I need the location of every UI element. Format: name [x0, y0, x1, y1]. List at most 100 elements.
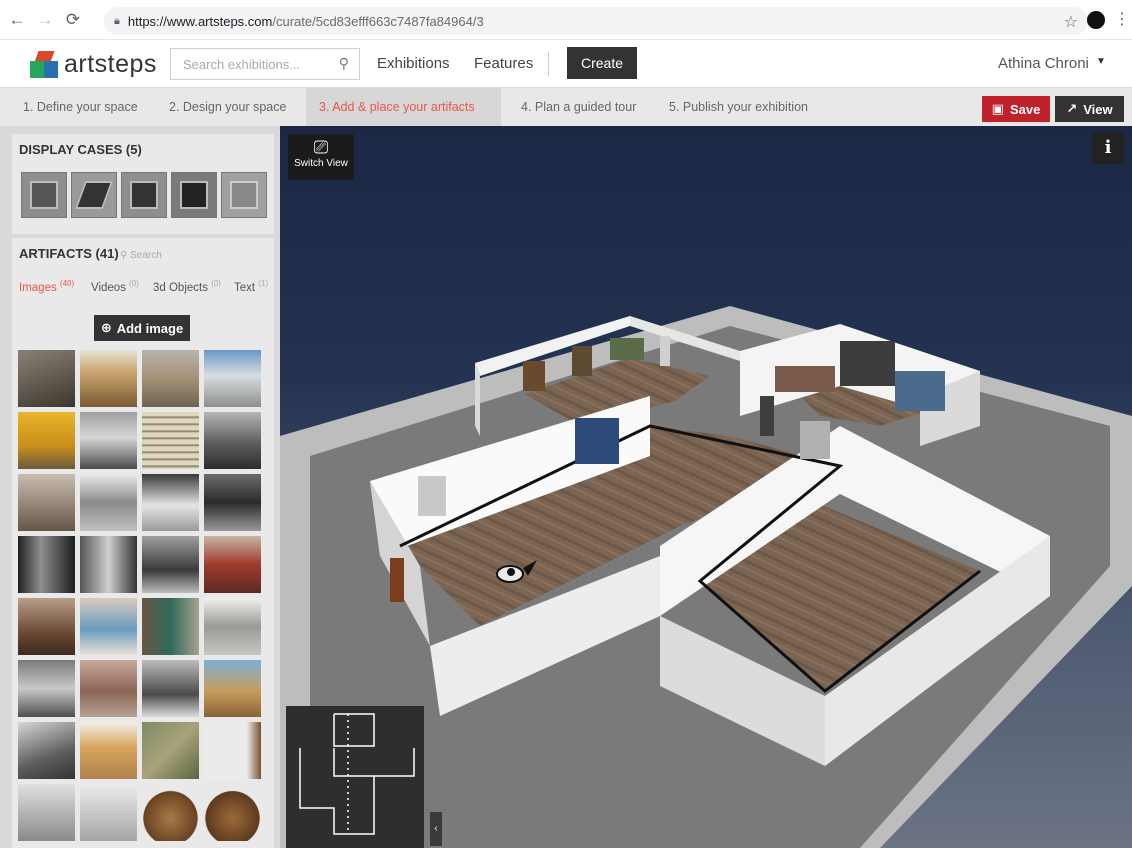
image-thumbnail[interactable] — [80, 474, 137, 531]
save-button[interactable]: ▣ Save — [982, 96, 1050, 122]
step-publish[interactable]: 5. Publish your exhibition — [669, 100, 808, 114]
display-case-4[interactable] — [171, 172, 217, 218]
search-placeholder: Search exhibitions... — [183, 57, 301, 72]
image-thumbnail[interactable] — [142, 598, 199, 655]
image-thumbnail[interactable] — [142, 350, 199, 407]
image-thumbnail[interactable] — [18, 350, 75, 407]
switch-view-button[interactable]: ⎚ Switch View — [288, 134, 354, 180]
tab-videos[interactable]: Videos (0) — [91, 279, 139, 294]
exhibition-3d-viewport[interactable]: ⎚ Switch View i ‹ — [280, 126, 1132, 848]
view-label: View — [1083, 101, 1113, 117]
display-cases-section: DISPLAY CASES (5) — [12, 134, 274, 234]
artwork-frame[interactable] — [840, 341, 895, 386]
image-thumbnail[interactable] — [18, 412, 75, 469]
tab-3d-objects[interactable]: 3d Objects (0) — [153, 279, 221, 294]
view-button[interactable]: ↗ View — [1055, 96, 1124, 122]
back-icon[interactable]: ← — [6, 9, 28, 31]
display-case-5[interactable] — [221, 172, 267, 218]
artwork-frame[interactable] — [775, 366, 835, 392]
step-design-space[interactable]: 2. Design your space — [169, 100, 286, 114]
image-thumbnail[interactable] — [204, 474, 261, 531]
nav-divider — [548, 52, 549, 76]
artifacts-search-input[interactable]: ⚲ Search — [120, 250, 162, 261]
app-header: artsteps Search exhibitions... ⚲ Exhibit… — [0, 40, 1132, 88]
artwork-frame[interactable] — [760, 396, 774, 436]
image-thumbnail[interactable] — [204, 722, 261, 779]
add-image-button[interactable]: ⊕ Add image — [94, 315, 190, 341]
save-icon: ▣ — [991, 101, 1004, 116]
search-icon[interactable]: ⚲ — [339, 55, 349, 72]
step-define-space[interactable]: 1. Define your space — [23, 100, 138, 114]
image-thumbnail[interactable] — [142, 474, 199, 531]
image-thumbnail[interactable] — [18, 722, 75, 779]
browser-toolbar: ← → ⟳ 🔒︎ https://www.artsteps.com/curate… — [0, 0, 1132, 40]
address-bar[interactable]: 🔒︎ https://www.artsteps.com/curate/5cd83… — [104, 7, 1088, 35]
bookmark-star-icon[interactable]: ☆ — [1064, 12, 1078, 32]
image-thumbnail[interactable] — [18, 660, 75, 717]
nav-features[interactable]: Features — [474, 55, 533, 72]
image-thumbnail[interactable] — [204, 412, 261, 469]
floorplan-minimap[interactable] — [286, 706, 424, 848]
artwork-frame[interactable] — [418, 476, 446, 516]
display-case-3[interactable] — [121, 172, 167, 218]
step-guided-tour[interactable]: 4. Plan a guided tour — [521, 100, 636, 114]
display-case-2[interactable] — [71, 172, 117, 218]
image-thumbnail[interactable] — [18, 784, 75, 841]
minimap-plan — [299, 713, 415, 835]
user-name[interactable]: Athina Chroni — [998, 55, 1089, 72]
extension-icon[interactable] — [1087, 11, 1105, 29]
logo[interactable]: artsteps — [30, 50, 157, 79]
image-thumbnail[interactable] — [80, 536, 137, 593]
tab-videos-label: Videos — [91, 281, 126, 294]
url-host: https://www.artsteps.com — [127, 13, 273, 29]
image-thumbnail[interactable] — [80, 660, 137, 717]
image-thumbnail[interactable] — [142, 660, 199, 717]
display-cases-title: DISPLAY CASES (5) — [19, 142, 142, 157]
image-thumbnail[interactable] — [80, 412, 137, 469]
display-case-1[interactable] — [21, 172, 67, 218]
image-thumbnail[interactable] — [80, 784, 137, 841]
tab-images[interactable]: Images (40) — [19, 279, 74, 294]
artwork-frame[interactable] — [610, 338, 644, 360]
artwork-frame[interactable] — [800, 421, 830, 459]
tab-text-label: Text — [234, 281, 256, 294]
forward-icon[interactable]: → — [34, 9, 56, 31]
image-thumbnail[interactable] — [204, 536, 261, 593]
reload-icon[interactable]: ⟳ — [62, 9, 84, 31]
info-button[interactable]: i — [1092, 132, 1124, 164]
image-thumbnail[interactable] — [204, 784, 261, 841]
step-add-artifacts[interactable]: 3. Add & place your artifacts — [319, 100, 475, 114]
artwork-frame[interactable] — [575, 418, 619, 464]
image-thumbnail[interactable] — [80, 722, 137, 779]
logo-cube-icon — [30, 50, 58, 79]
tab-text[interactable]: Text (1) — [234, 279, 268, 294]
image-thumbnail[interactable] — [18, 536, 75, 593]
image-thumbnail[interactable] — [80, 598, 137, 655]
image-thumbnail[interactable] — [18, 474, 75, 531]
image-thumbnail[interactable] — [204, 660, 261, 717]
artwork-frame[interactable] — [523, 361, 545, 391]
artwork-frame[interactable] — [572, 346, 592, 376]
image-thumbnail[interactable] — [204, 598, 261, 655]
image-thumbnail[interactable] — [142, 784, 199, 841]
plus-circle-icon: ⊕ — [100, 320, 112, 335]
create-button[interactable]: Create — [567, 47, 637, 79]
image-thumbnail[interactable] — [204, 350, 261, 407]
search-input[interactable]: Search exhibitions... ⚲ — [170, 48, 360, 80]
image-thumbnail[interactable] — [18, 598, 75, 655]
tab-images-count: (40) — [59, 279, 75, 288]
logo-text: artsteps — [64, 50, 157, 78]
image-thumbnail[interactable] — [80, 350, 137, 407]
image-thumbnail[interactable] — [142, 412, 199, 469]
user-menu-caret-icon[interactable]: ▼ — [1096, 56, 1106, 67]
nav-exhibitions[interactable]: Exhibitions — [377, 55, 450, 72]
collapse-minimap-button[interactable]: ‹ — [430, 812, 442, 846]
browser-menu-icon[interactable]: ⋮ — [1114, 9, 1130, 29]
save-label: Save — [1009, 101, 1041, 117]
image-thumbnail[interactable] — [142, 722, 199, 779]
tab-videos-count: (0) — [129, 279, 139, 288]
image-thumbnail[interactable] — [142, 536, 199, 593]
artwork-frame[interactable] — [895, 371, 945, 411]
artwork-frame[interactable] — [660, 336, 670, 366]
tab-text-count: (1) — [258, 279, 269, 288]
